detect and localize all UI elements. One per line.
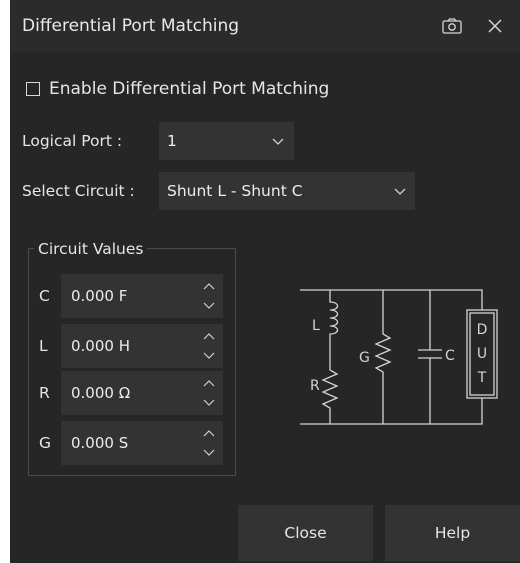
chevron-up-icon[interactable] <box>203 332 215 340</box>
c-value-spinbox[interactable]: 0.000 F <box>61 274 223 318</box>
chevron-up-icon[interactable] <box>203 379 215 387</box>
diagram-label-c: C <box>445 348 455 364</box>
circuit-values-title: Circuit Values <box>34 240 148 258</box>
logical-port-select[interactable]: 1 <box>159 122 294 160</box>
diagram-label-g: G <box>359 350 370 366</box>
select-circuit-select[interactable]: Shunt L - Shunt C <box>159 172 415 210</box>
enable-differential-matching[interactable]: Enable Differential Port Matching <box>26 78 329 100</box>
select-circuit-value: Shunt L - Shunt C <box>167 182 303 200</box>
diagram-label-dut-d: D <box>477 322 488 338</box>
close-button[interactable]: Close <box>238 505 373 561</box>
param-label-r: R <box>39 384 50 402</box>
l-value-spinbox[interactable]: 0.000 H <box>61 324 223 368</box>
enable-label: Enable Differential Port Matching <box>49 79 330 99</box>
chevron-down-icon[interactable] <box>203 449 215 457</box>
diagram-label-dut-u: U <box>477 346 487 362</box>
enable-checkbox[interactable] <box>26 82 40 96</box>
r-value-spinbox[interactable]: 0.000 Ω <box>61 371 223 415</box>
camera-icon[interactable] <box>442 18 462 34</box>
g-branch <box>374 290 392 424</box>
dialog: Differential Port Matching Enable Differ… <box>10 0 520 563</box>
g-value-spinbox[interactable]: 0.000 S <box>61 421 223 465</box>
title-bar: Differential Port Matching <box>10 0 520 52</box>
window-title: Differential Port Matching <box>22 16 240 36</box>
logical-port-label: Logical Port : <box>22 132 123 150</box>
r-value: 0.000 Ω <box>71 384 131 402</box>
c-value: 0.000 F <box>71 287 128 305</box>
select-circuit-label: Select Circuit : <box>22 182 135 200</box>
top-rail <box>300 289 483 310</box>
chevron-down-icon <box>394 188 406 195</box>
chevron-up-icon[interactable] <box>203 429 215 437</box>
c-branch <box>418 290 442 424</box>
param-label-g: G <box>39 434 52 452</box>
diagram-label-dut-t: T <box>477 370 487 386</box>
circuit-diagram: L R G C D U T <box>300 289 498 425</box>
diagram-label-l: L <box>312 318 320 334</box>
chevron-down-icon[interactable] <box>203 352 215 360</box>
g-value: 0.000 S <box>71 434 129 452</box>
param-label-l: L <box>39 337 48 355</box>
help-button[interactable]: Help <box>385 505 520 561</box>
chevron-down-icon[interactable] <box>203 399 215 407</box>
param-label-c: C <box>39 287 50 305</box>
close-icon[interactable] <box>487 18 503 34</box>
diagram-label-r: R <box>310 378 320 394</box>
chevron-down-icon[interactable] <box>203 302 215 310</box>
l-value: 0.000 H <box>71 337 130 355</box>
chevron-up-icon[interactable] <box>203 282 215 290</box>
chevron-down-icon <box>272 138 284 145</box>
logical-port-value: 1 <box>167 132 177 150</box>
l-r-branch <box>321 290 339 424</box>
